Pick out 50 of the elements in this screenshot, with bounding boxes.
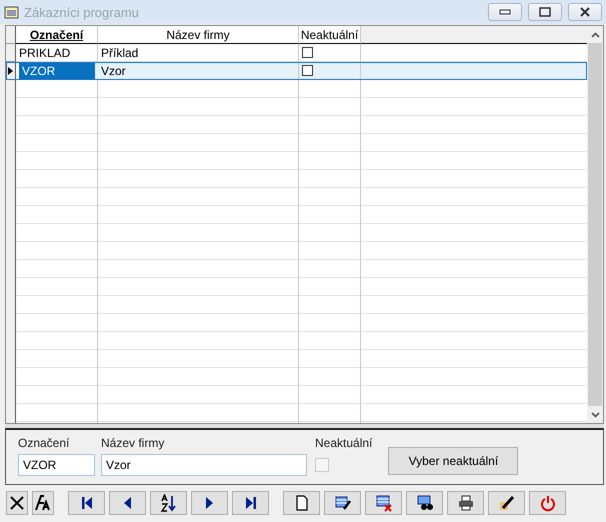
toolbar-button[interactable] (406, 491, 443, 515)
minimize-icon (499, 9, 511, 15)
app-icon (4, 4, 20, 20)
checkbox[interactable] (302, 47, 313, 58)
toolbar-button[interactable] (150, 491, 187, 515)
code-field[interactable]: VZOR (18, 454, 95, 476)
sort-icon (160, 494, 178, 512)
edit-icon (334, 494, 352, 512)
last-icon (246, 497, 256, 509)
maximize-icon (539, 7, 551, 17)
column-header[interactable]: Označení (16, 26, 98, 44)
toolbar-button[interactable] (365, 491, 402, 515)
toolbar-button[interactable] (191, 491, 228, 515)
close-button[interactable] (568, 3, 602, 21)
minimize-button[interactable] (488, 3, 522, 21)
row-header (6, 26, 16, 44)
window-title: Zákazníci programu (24, 4, 140, 20)
checkbox[interactable] (302, 65, 313, 76)
toolbar-button[interactable] (488, 491, 525, 515)
next-icon (206, 497, 213, 509)
name-field[interactable]: Vzor (101, 454, 307, 476)
toolbar-button[interactable] (283, 491, 320, 515)
power-icon (538, 494, 556, 512)
toolbar-button[interactable] (447, 491, 484, 515)
field-label: Neaktuální (315, 436, 372, 450)
row-header (6, 44, 16, 62)
table-cell: Vzor (98, 62, 299, 80)
font-icon (34, 494, 52, 512)
previous-icon (124, 497, 131, 509)
maximize-button[interactable] (528, 3, 562, 21)
table-cell: VZOR (16, 62, 98, 80)
pencil-icon (498, 494, 516, 512)
field-label: Název firmy (101, 436, 166, 450)
scrollbar-thumb[interactable] (588, 43, 602, 406)
column-header[interactable]: Název firmy (98, 26, 299, 44)
printer-icon (456, 494, 474, 512)
row-pointer-icon (8, 66, 13, 74)
toolbar-button[interactable] (68, 491, 105, 515)
toolbar-button[interactable] (232, 491, 269, 515)
first-icon (82, 497, 92, 509)
toolbar-button[interactable] (32, 491, 54, 515)
toolbar-button[interactable] (324, 491, 361, 515)
table-row[interactable]: VZOR Vzor (6, 62, 587, 80)
field-label: Označení (18, 436, 70, 450)
binoculars-icon (416, 494, 434, 512)
delete-icon (374, 494, 392, 512)
toolbar-button[interactable] (6, 491, 28, 515)
toolbar-button[interactable] (109, 491, 146, 515)
close-icon (8, 494, 26, 512)
close-icon (579, 7, 591, 17)
